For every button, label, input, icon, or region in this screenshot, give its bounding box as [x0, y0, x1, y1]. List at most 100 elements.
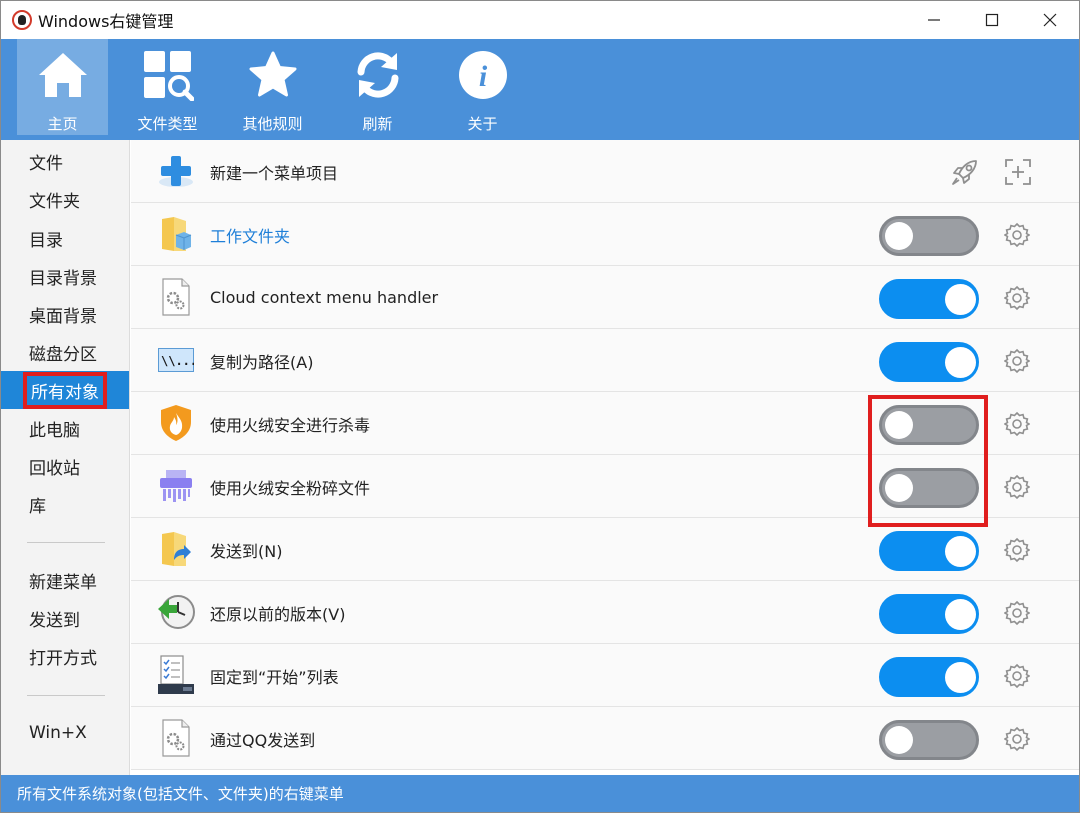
toolbar-refresh-label: 刷新: [362, 115, 393, 133]
minimize-icon: [928, 19, 940, 21]
rocket-icon[interactable]: [950, 157, 980, 187]
sidebar-item-this-pc[interactable]: 此电脑: [1, 409, 129, 447]
sidebar-item-label: 此电脑: [29, 420, 80, 441]
sidebar-item-label: 新建菜单: [29, 572, 97, 593]
add-item-icon[interactable]: [1003, 157, 1033, 187]
sidebar-item-directory[interactable]: 目录: [1, 219, 129, 257]
add-plus-icon: [157, 152, 195, 190]
toolbar-about-button[interactable]: i 关于: [437, 39, 528, 135]
menu-row-label: 发送到(N): [210, 541, 283, 561]
context-menu-list: 新建一个菜单项目 工作文件夹 Cloud context menu handle…: [131, 140, 1079, 775]
new-menu-item-row[interactable]: 新建一个菜单项目: [131, 140, 1079, 203]
toggle-knob: [885, 726, 913, 754]
toggle-knob: [945, 599, 976, 630]
copy-path-icon: \\...: [157, 341, 195, 379]
toggle-switch[interactable]: [879, 216, 979, 256]
restore-clock-icon: [157, 593, 195, 631]
menu-row-label: 复制为路径(A): [210, 352, 314, 372]
sidebar-item-directory-background[interactable]: 目录背景: [1, 257, 129, 295]
toggle-switch[interactable]: [879, 657, 979, 697]
toolbar-file-types-label: 文件类型: [137, 115, 198, 133]
menu-row-restore-versions: 还原以前的版本(V): [131, 581, 1079, 644]
home-icon: [35, 47, 91, 103]
sidebar: 文件 文件夹 目录 目录背景 桌面背景 磁盘分区 所有对象 此电脑 回收站 库 …: [1, 140, 130, 775]
sidebar-item-desktop-background[interactable]: 桌面背景: [1, 295, 129, 333]
toolbar-other-rules-button[interactable]: 其他规则: [227, 39, 318, 135]
menu-row-work-folders: 工作文件夹: [131, 203, 1079, 266]
gear-icon[interactable]: [1004, 663, 1030, 689]
sidebar-item-label: Win+X: [29, 723, 87, 743]
gear-icon[interactable]: [1004, 285, 1030, 311]
toolbar-other-rules-label: 其他规则: [242, 115, 303, 133]
status-text: 所有文件系统对象(包括文件、文件夹)的右键菜单: [17, 785, 344, 803]
app-window: Windows右键管理 主页 文件类型 其他规则 刷新 i 关于 文件 文件夹 …: [0, 0, 1080, 813]
toggle-switch[interactable]: [879, 594, 979, 634]
sidebar-item-label: 桌面背景: [29, 306, 97, 327]
sidebar-item-file[interactable]: 文件: [1, 142, 129, 180]
close-button[interactable]: [1021, 1, 1079, 39]
toggle-knob: [945, 662, 976, 693]
menu-row-label: Cloud context menu handler: [210, 288, 439, 307]
toolbar-home-label: 主页: [47, 115, 78, 133]
menu-row-label: 使用火绒安全粉碎文件: [210, 478, 371, 498]
settings-file-icon: [157, 719, 195, 757]
settings-file-icon: [157, 278, 195, 316]
menu-row-label: 固定到“开始”列表: [210, 667, 339, 687]
svg-text:\\...: \\...: [161, 354, 194, 368]
sidebar-divider: [27, 542, 105, 543]
gear-icon[interactable]: [1004, 537, 1030, 563]
star-icon: [245, 47, 301, 103]
sidebar-item-recycle-bin[interactable]: 回收站: [1, 447, 129, 485]
sidebar-item-label: 目录: [29, 230, 63, 251]
maximize-icon: [985, 13, 999, 27]
sidebar-divider: [27, 695, 105, 696]
gear-icon[interactable]: [1004, 726, 1030, 752]
close-icon: [1043, 13, 1057, 27]
window-controls: [905, 1, 1079, 39]
toolbar-home-button[interactable]: 主页: [17, 39, 108, 135]
sidebar-item-open-with[interactable]: 打开方式: [1, 637, 129, 675]
title-bar: Windows右键管理: [1, 1, 1079, 39]
sidebar-item-label: 库: [29, 496, 46, 517]
file-types-search-icon: [140, 47, 196, 103]
gear-icon[interactable]: [1004, 474, 1030, 500]
sidebar-item-library[interactable]: 库: [1, 485, 129, 523]
sidebar-item-label: 回收站: [29, 458, 80, 479]
sidebar-item-disk-partition[interactable]: 磁盘分区: [1, 333, 129, 371]
status-bar: 所有文件系统对象(包括文件、文件夹)的右键菜单: [1, 775, 1079, 812]
toggle-knob: [945, 284, 976, 315]
menu-row-label: 使用火绒安全进行杀毒: [210, 415, 371, 435]
sidebar-item-win-x[interactable]: Win+X: [1, 714, 129, 752]
sidebar-item-label: 目录背景: [29, 268, 97, 289]
svg-text:i: i: [478, 60, 487, 93]
toggle-switch[interactable]: [879, 342, 979, 382]
red-highlight-box: [868, 395, 988, 527]
sidebar-item-new-menu[interactable]: 新建菜单: [1, 561, 129, 599]
gear-icon[interactable]: [1004, 348, 1030, 374]
menu-row-label: 还原以前的版本(V): [210, 604, 346, 624]
toolbar-about-label: 关于: [467, 115, 498, 133]
sidebar-item-send-to[interactable]: 发送到: [1, 599, 129, 637]
pin-start-icon: [157, 655, 195, 694]
toggle-switch[interactable]: [879, 531, 979, 571]
toolbar-refresh-button[interactable]: 刷新: [332, 39, 423, 135]
gear-icon[interactable]: [1004, 222, 1030, 248]
work-folder-icon: [157, 215, 195, 253]
menu-row-send-via-qq: 通过QQ发送到: [131, 707, 1079, 770]
maximize-button[interactable]: [963, 1, 1021, 39]
toolbar-file-types-button[interactable]: 文件类型: [122, 39, 213, 135]
toggle-switch[interactable]: [879, 279, 979, 319]
gear-icon[interactable]: [1004, 600, 1030, 626]
toggle-knob: [885, 222, 913, 250]
minimize-button[interactable]: [905, 1, 963, 39]
toggle-switch[interactable]: [879, 720, 979, 760]
toggle-knob: [945, 536, 976, 567]
info-icon: i: [455, 47, 511, 103]
sidebar-item-all-objects[interactable]: 所有对象: [1, 371, 129, 409]
sidebar-item-folder[interactable]: 文件夹: [1, 180, 129, 218]
menu-row-label: 通过QQ发送到: [210, 730, 316, 750]
gear-icon[interactable]: [1004, 411, 1030, 437]
refresh-icon: [350, 47, 406, 103]
window-title: Windows右键管理: [38, 12, 174, 31]
shredder-icon: [157, 467, 195, 505]
